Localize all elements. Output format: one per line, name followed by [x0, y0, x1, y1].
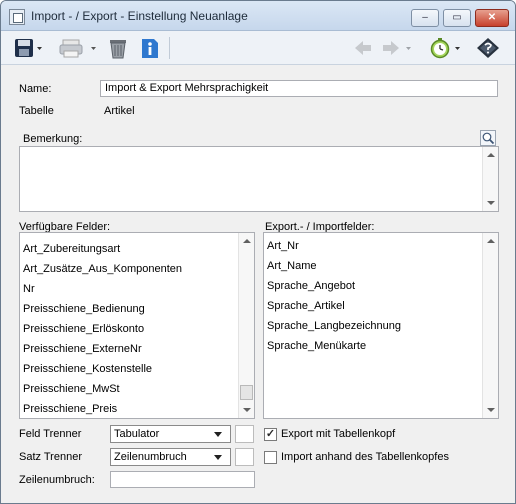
print-button[interactable]: [57, 37, 99, 59]
toolbar: [1, 31, 515, 65]
help-icon: [477, 38, 499, 58]
info-icon: [142, 39, 158, 58]
record-separator-custom-input[interactable]: [235, 448, 254, 466]
window-title: Import - / Export - Einstellung Neuanlag…: [31, 9, 248, 23]
scroll-down-arrow[interactable]: [487, 408, 495, 412]
record-separator-label: Satz Trenner: [19, 451, 82, 463]
back-button[interactable]: [351, 37, 375, 59]
toolbar-separator: [169, 37, 170, 59]
line-break-label: Zeilenumbruch:: [19, 474, 95, 486]
name-label: Name:: [19, 83, 52, 95]
import-by-header-checkbox[interactable]: [264, 451, 277, 464]
back-arrow-icon: [355, 41, 371, 55]
scroll-thumb[interactable]: [240, 385, 253, 400]
list-item[interactable]: Preisschiene_Kostenstelle: [23, 363, 152, 375]
scroll-down-arrow[interactable]: [487, 201, 495, 205]
info-button[interactable]: [137, 37, 163, 59]
list-item[interactable]: Sprache_Artikel: [267, 300, 345, 312]
list-item[interactable]: Art_Zusätze_Aus_Komponenten: [23, 263, 182, 275]
export-header-label: Export mit Tabellenkopf: [281, 428, 396, 440]
available-fields-scrollbar[interactable]: [238, 233, 254, 418]
list-item[interactable]: Sprache_Langbezeichnung: [267, 320, 401, 332]
field-separator-value: Tabulator: [114, 428, 160, 440]
name-field[interactable]: Import & Export Mehrsprachigkeit: [100, 80, 498, 97]
list-item[interactable]: Preisschiene_Bedienung: [23, 303, 145, 315]
list-item[interactable]: Art_Name: [267, 260, 317, 272]
list-item[interactable]: Preisschiene_ExterneNr: [23, 343, 142, 355]
clock-icon: [430, 38, 460, 59]
delete-button[interactable]: [105, 37, 131, 59]
save-button[interactable]: [13, 37, 43, 59]
record-separator-select[interactable]: Zeilenumbruch: [110, 448, 231, 466]
maximize-button[interactable]: ▭: [443, 9, 471, 27]
close-button[interactable]: ✕: [475, 9, 509, 27]
list-item[interactable]: Art_Nr: [267, 240, 299, 252]
timer-button[interactable]: [429, 37, 465, 59]
list-item[interactable]: Preisschiene_Preis: [23, 403, 117, 415]
export-header-checkbox[interactable]: ✓: [264, 428, 277, 441]
remark-textarea[interactable]: [19, 146, 499, 212]
help-button[interactable]: [475, 37, 501, 59]
record-separator-value: Zeilenumbruch: [114, 451, 187, 463]
trash-icon: [110, 40, 126, 59]
list-item[interactable]: Nr: [23, 283, 35, 295]
export-fields-list[interactable]: Art_Nr Art_Name Sprache_Angebot Sprache_Art…: [263, 232, 499, 419]
forward-arrow-icon: [383, 41, 411, 55]
field-separator-custom-input[interactable]: [235, 425, 254, 443]
table-label: Tabelle: [19, 105, 54, 117]
export-fields-scrollbar[interactable]: [482, 233, 498, 418]
title-bar[interactable]: Import - / Export - Einstellung Neuanlag…: [1, 1, 515, 31]
scroll-up-arrow[interactable]: [243, 239, 251, 243]
line-break-field[interactable]: [110, 471, 255, 488]
app-icon: [9, 9, 25, 25]
available-fields-list[interactable]: Art_Zubereitungsart Art_Zusätze_Aus_Kompo…: [19, 232, 255, 419]
zoom-search-icon[interactable]: [480, 130, 496, 146]
field-separator-select[interactable]: Tabulator: [110, 425, 231, 443]
import-by-header-label: Import anhand des Tabellenkopfes: [281, 451, 449, 463]
list-item[interactable]: Sprache_Angebot: [267, 280, 355, 292]
list-item[interactable]: Sprache_Menükarte: [267, 340, 366, 352]
forward-button[interactable]: [379, 37, 415, 59]
minimize-button[interactable]: ‒: [411, 9, 439, 27]
chevron-down-icon: [214, 455, 222, 460]
field-separator-label: Feld Trenner: [19, 428, 82, 440]
save-icon: [15, 39, 42, 57]
scroll-down-arrow[interactable]: [243, 408, 251, 412]
list-item[interactable]: Preisschiene_Erlöskonto: [23, 323, 144, 335]
remark-scrollbar[interactable]: [482, 147, 498, 211]
chevron-down-icon: [214, 432, 222, 437]
dialog-window: Import - / Export - Einstellung Neuanlag…: [0, 0, 516, 504]
scroll-up-arrow[interactable]: [487, 239, 495, 243]
print-icon: [59, 39, 96, 58]
list-item[interactable]: Art_Zubereitungsart: [23, 243, 120, 255]
list-item[interactable]: Preisschiene_MwSt: [23, 383, 120, 395]
scroll-up-arrow[interactable]: [487, 153, 495, 157]
table-value: Artikel: [104, 105, 135, 117]
remark-label: Bemerkung:: [23, 133, 83, 145]
